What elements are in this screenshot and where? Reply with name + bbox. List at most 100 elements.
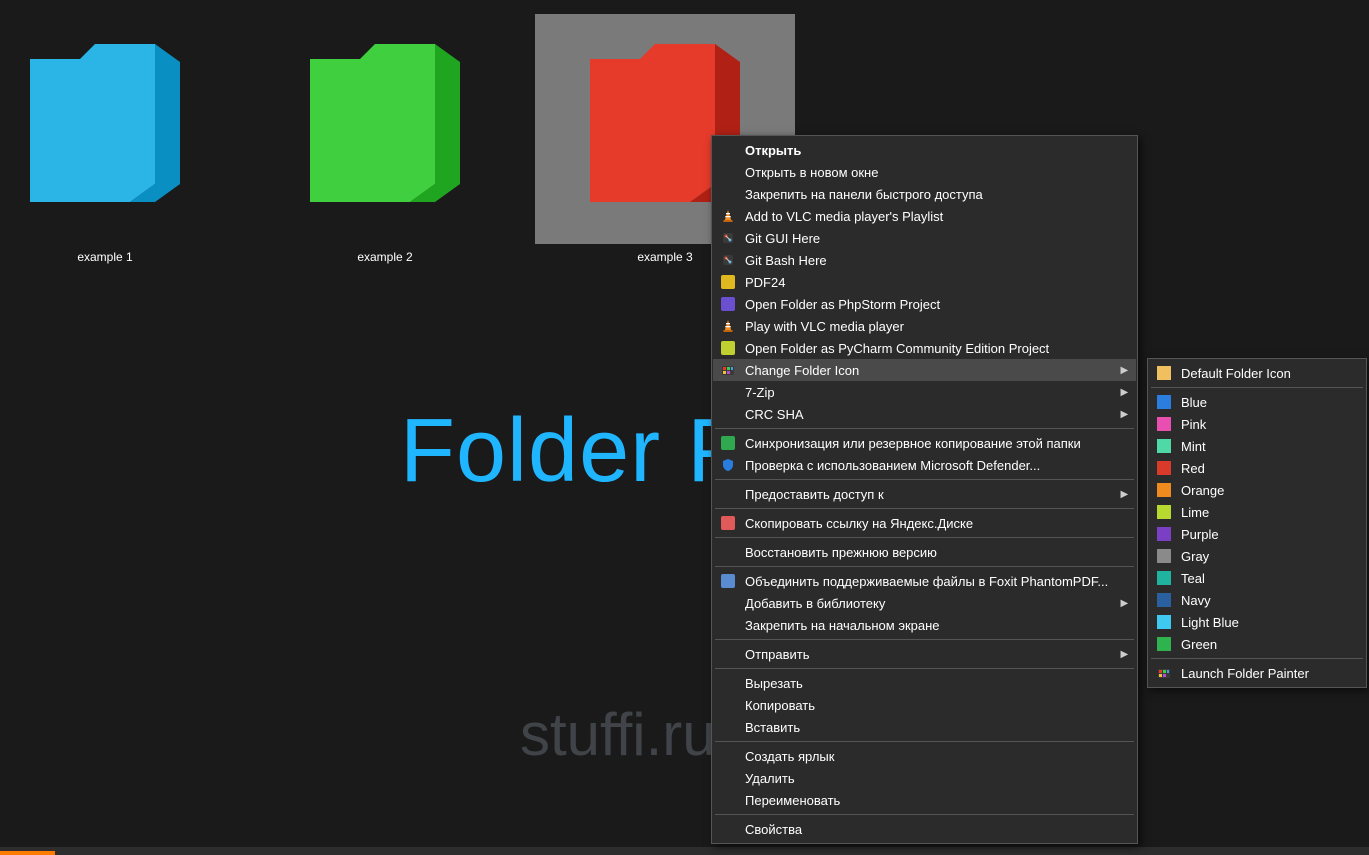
color-menu-item[interactable]: Teal xyxy=(1149,567,1365,589)
menu-item-label: Закрепить на панели быстрого доступа xyxy=(739,187,1108,202)
menu-item[interactable]: Вставить xyxy=(713,716,1136,738)
menu-item-label: Добавить в библиотеку xyxy=(739,596,1108,611)
menu-item-label: CRC SHA xyxy=(739,407,1108,422)
color-menu-item[interactable]: Orange xyxy=(1149,479,1365,501)
menu-item-label: Скопировать ссылку на Яндекс.Диске xyxy=(739,516,1108,531)
menu-item-label: Создать ярлык xyxy=(739,749,1108,764)
menu-item-label: Open Folder as PyCharm Community Edition… xyxy=(739,341,1108,356)
color-menu-item[interactable]: Pink xyxy=(1149,413,1365,435)
menu-item-label: Копировать xyxy=(739,698,1108,713)
color-swatch-icon xyxy=(1153,637,1175,651)
menu-item-label: 7-Zip xyxy=(739,385,1108,400)
menu-item[interactable]: CRC SHA ▶ xyxy=(713,403,1136,425)
color-menu-item[interactable]: Red xyxy=(1149,457,1365,479)
menu-item-label: Отправить xyxy=(739,647,1108,662)
color-menu-item[interactable]: Lime xyxy=(1149,501,1365,523)
submenu-arrow-icon: ▶ xyxy=(1121,489,1129,500)
git-icon xyxy=(717,253,739,267)
menu-item[interactable]: Отправить ▶ xyxy=(713,643,1136,665)
menu-item-label: Add to VLC media player's Playlist xyxy=(739,209,1108,224)
menu-item[interactable]: Открыть в новом окне xyxy=(713,161,1136,183)
menu-item[interactable]: Play with VLC media player xyxy=(713,315,1136,337)
menu-item[interactable]: Объединить поддерживаемые файлы в Foxit … xyxy=(713,570,1136,592)
color-menu-item[interactable]: Launch Folder Painter xyxy=(1149,662,1365,684)
gdrive-icon xyxy=(717,436,739,450)
submenu-arrow-icon: ▶ xyxy=(1121,409,1129,420)
folder-label: example 2 xyxy=(255,250,515,264)
menu-item[interactable]: Копировать xyxy=(713,694,1136,716)
menu-item[interactable]: PDF24 xyxy=(713,271,1136,293)
color-swatch-icon xyxy=(1153,593,1175,607)
context-menu: ОткрытьОткрыть в новом окне Закрепить на … xyxy=(711,135,1138,844)
menu-item[interactable]: Git GUI Here xyxy=(713,227,1136,249)
menu-item-label: Mint xyxy=(1175,439,1337,454)
color-menu-item[interactable]: Blue xyxy=(1149,391,1365,413)
color-menu-item[interactable]: Gray xyxy=(1149,545,1365,567)
menu-separator xyxy=(1151,387,1363,388)
menu-item-label: Purple xyxy=(1175,527,1337,542)
color-menu-item[interactable]: Light Blue xyxy=(1149,611,1365,633)
menu-item[interactable]: Создать ярлык xyxy=(713,745,1136,767)
color-swatch-icon xyxy=(1153,461,1175,475)
menu-item[interactable]: Проверка с использованием Microsoft Defe… xyxy=(713,454,1136,476)
menu-item[interactable]: Add to VLC media player's Playlist xyxy=(713,205,1136,227)
color-swatch-icon xyxy=(1153,505,1175,519)
vlc-icon xyxy=(717,209,739,223)
menu-item[interactable]: Скопировать ссылку на Яндекс.Диске xyxy=(713,512,1136,534)
folder-item[interactable]: example 1 xyxy=(0,14,235,264)
menu-item[interactable]: Git Bash Here xyxy=(713,249,1136,271)
menu-item-label: Pink xyxy=(1175,417,1337,432)
menu-item[interactable]: 7-Zip ▶ xyxy=(713,381,1136,403)
submenu-arrow-icon: ▶ xyxy=(1121,365,1129,376)
menu-item[interactable]: Открыть xyxy=(713,139,1136,161)
color-menu-item[interactable]: Default Folder Icon xyxy=(1149,362,1365,384)
menu-item[interactable]: Переименовать xyxy=(713,789,1136,811)
submenu-arrow-icon: ▶ xyxy=(1121,649,1129,660)
menu-item-label: Восстановить прежнюю версию xyxy=(739,545,1108,560)
menu-item-label: Launch Folder Painter xyxy=(1175,666,1337,681)
color-menu-item[interactable]: Navy xyxy=(1149,589,1365,611)
menu-item[interactable]: Удалить xyxy=(713,767,1136,789)
menu-item-label: Объединить поддерживаемые файлы в Foxit … xyxy=(739,574,1108,589)
painter-icon xyxy=(717,363,739,377)
menu-item[interactable]: Синхронизация или резервное копирование … xyxy=(713,432,1136,454)
menu-item[interactable]: Предоставить доступ к▶ xyxy=(713,483,1136,505)
menu-separator xyxy=(715,479,1134,480)
taskbar[interactable] xyxy=(0,847,1369,855)
color-menu-item[interactable]: Purple xyxy=(1149,523,1365,545)
menu-item[interactable]: Добавить в библиотеку▶ xyxy=(713,592,1136,614)
defender-icon xyxy=(717,458,739,472)
color-menu-item[interactable]: Mint xyxy=(1149,435,1365,457)
menu-item-label: Default Folder Icon xyxy=(1175,366,1337,381)
pycharm-icon xyxy=(717,341,739,355)
menu-item-label: Git Bash Here xyxy=(739,253,1108,268)
menu-separator xyxy=(715,814,1134,815)
menu-item-label: Закрепить на начальном экране xyxy=(739,618,1108,633)
menu-item-label: Удалить xyxy=(739,771,1108,786)
yadisk-icon xyxy=(717,516,739,530)
menu-item-label: Gray xyxy=(1175,549,1337,564)
menu-item[interactable]: Change Folder Icon ▶ xyxy=(713,359,1136,381)
menu-separator xyxy=(1151,658,1363,659)
submenu-arrow-icon: ▶ xyxy=(1121,387,1129,398)
menu-item[interactable]: Свойства xyxy=(713,818,1136,840)
menu-item-label: Свойства xyxy=(739,822,1108,837)
menu-separator xyxy=(715,741,1134,742)
menu-item-label: Navy xyxy=(1175,593,1337,608)
menu-item[interactable]: Вырезать xyxy=(713,672,1136,694)
color-swatch-icon xyxy=(1153,549,1175,563)
menu-item-label: Light Blue xyxy=(1175,615,1337,630)
folder-icon xyxy=(0,14,235,244)
pdf24-icon xyxy=(717,275,739,289)
folder-item[interactable]: example 2 xyxy=(255,14,515,264)
menu-item[interactable]: Open Folder as PhpStorm Project xyxy=(713,293,1136,315)
menu-item[interactable]: Закрепить на начальном экране xyxy=(713,614,1136,636)
menu-item[interactable]: Восстановить прежнюю версию xyxy=(713,541,1136,563)
menu-item-label: Change Folder Icon xyxy=(739,363,1108,378)
color-menu-item[interactable]: Green xyxy=(1149,633,1365,655)
menu-item[interactable]: Open Folder as PyCharm Community Edition… xyxy=(713,337,1136,359)
menu-separator xyxy=(715,428,1134,429)
color-swatch-icon xyxy=(1153,571,1175,585)
menu-item[interactable]: Закрепить на панели быстрого доступа xyxy=(713,183,1136,205)
menu-separator xyxy=(715,639,1134,640)
